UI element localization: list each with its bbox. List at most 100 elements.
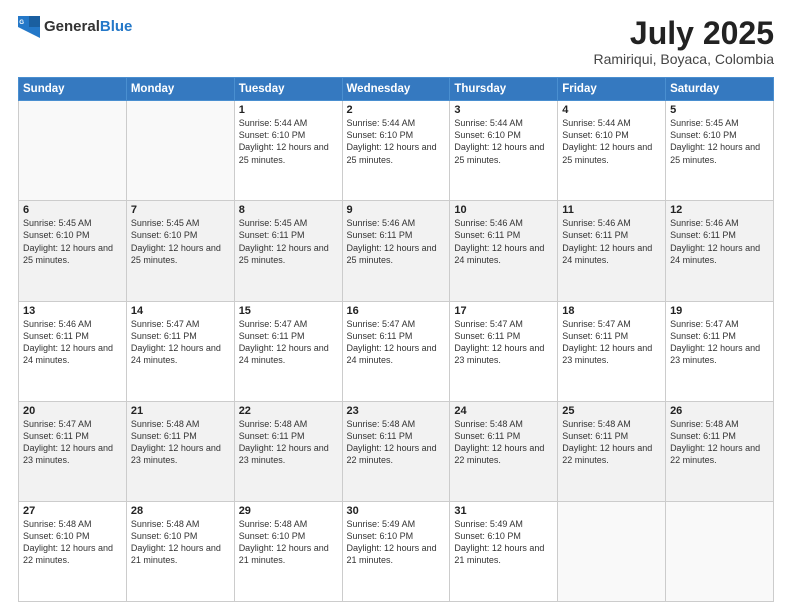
day-number: 15: [239, 305, 338, 317]
day-number: 20: [23, 405, 122, 417]
day-number: 22: [239, 405, 338, 417]
day-info: Sunrise: 5:44 AM Sunset: 6:10 PM Dayligh…: [562, 117, 661, 166]
day-number: 2: [347, 104, 446, 116]
day-info: Sunrise: 5:48 AM Sunset: 6:11 PM Dayligh…: [239, 418, 338, 467]
calendar-cell: 28Sunrise: 5:48 AM Sunset: 6:10 PM Dayli…: [126, 501, 234, 601]
calendar-cell: 27Sunrise: 5:48 AM Sunset: 6:10 PM Dayli…: [19, 501, 127, 601]
calendar-cell: 5Sunrise: 5:45 AM Sunset: 6:10 PM Daylig…: [666, 101, 774, 201]
day-info: Sunrise: 5:44 AM Sunset: 6:10 PM Dayligh…: [454, 117, 553, 166]
calendar-cell: [558, 501, 666, 601]
day-number: 24: [454, 405, 553, 417]
header-monday: Monday: [126, 78, 234, 101]
generalblue-icon: G: [18, 16, 40, 38]
day-info: Sunrise: 5:45 AM Sunset: 6:10 PM Dayligh…: [670, 117, 769, 166]
day-info: Sunrise: 5:49 AM Sunset: 6:10 PM Dayligh…: [454, 518, 553, 567]
header-tuesday: Tuesday: [234, 78, 342, 101]
day-number: 8: [239, 204, 338, 216]
day-number: 14: [131, 305, 230, 317]
svg-text:G: G: [19, 19, 24, 26]
calendar-cell: 16Sunrise: 5:47 AM Sunset: 6:11 PM Dayli…: [342, 301, 450, 401]
calendar-cell: 22Sunrise: 5:48 AM Sunset: 6:11 PM Dayli…: [234, 401, 342, 501]
day-number: 11: [562, 204, 661, 216]
day-info: Sunrise: 5:48 AM Sunset: 6:11 PM Dayligh…: [454, 418, 553, 467]
day-number: 5: [670, 104, 769, 116]
day-number: 7: [131, 204, 230, 216]
header-saturday: Saturday: [666, 78, 774, 101]
logo-blue: Blue: [100, 18, 133, 35]
day-number: 18: [562, 305, 661, 317]
day-info: Sunrise: 5:47 AM Sunset: 6:11 PM Dayligh…: [347, 318, 446, 367]
calendar-cell: 10Sunrise: 5:46 AM Sunset: 6:11 PM Dayli…: [450, 201, 558, 301]
calendar-cell: 3Sunrise: 5:44 AM Sunset: 6:10 PM Daylig…: [450, 101, 558, 201]
calendar-cell: 7Sunrise: 5:45 AM Sunset: 6:10 PM Daylig…: [126, 201, 234, 301]
day-info: Sunrise: 5:46 AM Sunset: 6:11 PM Dayligh…: [454, 217, 553, 266]
calendar-cell: 8Sunrise: 5:45 AM Sunset: 6:11 PM Daylig…: [234, 201, 342, 301]
page: G GeneralBlue July 2025 Ramiriqui, Boyac…: [0, 0, 792, 612]
calendar-week-3: 13Sunrise: 5:46 AM Sunset: 6:11 PM Dayli…: [19, 301, 774, 401]
day-info: Sunrise: 5:44 AM Sunset: 6:10 PM Dayligh…: [347, 117, 446, 166]
day-number: 21: [131, 405, 230, 417]
calendar-cell: 9Sunrise: 5:46 AM Sunset: 6:11 PM Daylig…: [342, 201, 450, 301]
day-info: Sunrise: 5:48 AM Sunset: 6:11 PM Dayligh…: [670, 418, 769, 467]
calendar-cell: [666, 501, 774, 601]
calendar-header-row: Sunday Monday Tuesday Wednesday Thursday…: [19, 78, 774, 101]
day-info: Sunrise: 5:45 AM Sunset: 6:11 PM Dayligh…: [239, 217, 338, 266]
calendar-cell: 15Sunrise: 5:47 AM Sunset: 6:11 PM Dayli…: [234, 301, 342, 401]
calendar-cell: 18Sunrise: 5:47 AM Sunset: 6:11 PM Dayli…: [558, 301, 666, 401]
calendar-cell: 26Sunrise: 5:48 AM Sunset: 6:11 PM Dayli…: [666, 401, 774, 501]
day-number: 6: [23, 204, 122, 216]
day-info: Sunrise: 5:48 AM Sunset: 6:11 PM Dayligh…: [562, 418, 661, 467]
day-number: 4: [562, 104, 661, 116]
day-info: Sunrise: 5:48 AM Sunset: 6:11 PM Dayligh…: [131, 418, 230, 467]
day-number: 16: [347, 305, 446, 317]
header-wednesday: Wednesday: [342, 78, 450, 101]
day-number: 13: [23, 305, 122, 317]
day-info: Sunrise: 5:46 AM Sunset: 6:11 PM Dayligh…: [670, 217, 769, 266]
day-number: 28: [131, 505, 230, 517]
calendar-table: Sunday Monday Tuesday Wednesday Thursday…: [18, 77, 774, 602]
day-number: 10: [454, 204, 553, 216]
calendar-cell: 17Sunrise: 5:47 AM Sunset: 6:11 PM Dayli…: [450, 301, 558, 401]
day-number: 23: [347, 405, 446, 417]
calendar-cell: 13Sunrise: 5:46 AM Sunset: 6:11 PM Dayli…: [19, 301, 127, 401]
day-info: Sunrise: 5:45 AM Sunset: 6:10 PM Dayligh…: [131, 217, 230, 266]
calendar-title: July 2025: [593, 16, 774, 51]
calendar-week-4: 20Sunrise: 5:47 AM Sunset: 6:11 PM Dayli…: [19, 401, 774, 501]
day-info: Sunrise: 5:47 AM Sunset: 6:11 PM Dayligh…: [562, 318, 661, 367]
header-sunday: Sunday: [19, 78, 127, 101]
day-info: Sunrise: 5:47 AM Sunset: 6:11 PM Dayligh…: [239, 318, 338, 367]
day-info: Sunrise: 5:47 AM Sunset: 6:11 PM Dayligh…: [454, 318, 553, 367]
logo-general: General: [44, 18, 100, 35]
calendar-week-2: 6Sunrise: 5:45 AM Sunset: 6:10 PM Daylig…: [19, 201, 774, 301]
day-info: Sunrise: 5:45 AM Sunset: 6:10 PM Dayligh…: [23, 217, 122, 266]
calendar-cell: 21Sunrise: 5:48 AM Sunset: 6:11 PM Dayli…: [126, 401, 234, 501]
day-number: 12: [670, 204, 769, 216]
calendar-location: Ramiriqui, Boyaca, Colombia: [593, 51, 774, 67]
calendar-cell: 25Sunrise: 5:48 AM Sunset: 6:11 PM Dayli…: [558, 401, 666, 501]
day-number: 19: [670, 305, 769, 317]
day-info: Sunrise: 5:46 AM Sunset: 6:11 PM Dayligh…: [23, 318, 122, 367]
day-info: Sunrise: 5:48 AM Sunset: 6:10 PM Dayligh…: [23, 518, 122, 567]
day-info: Sunrise: 5:47 AM Sunset: 6:11 PM Dayligh…: [670, 318, 769, 367]
day-number: 17: [454, 305, 553, 317]
day-number: 31: [454, 505, 553, 517]
header-friday: Friday: [558, 78, 666, 101]
calendar-cell: 4Sunrise: 5:44 AM Sunset: 6:10 PM Daylig…: [558, 101, 666, 201]
day-info: Sunrise: 5:48 AM Sunset: 6:10 PM Dayligh…: [239, 518, 338, 567]
day-info: Sunrise: 5:47 AM Sunset: 6:11 PM Dayligh…: [131, 318, 230, 367]
day-number: 30: [347, 505, 446, 517]
calendar-cell: [126, 101, 234, 201]
calendar-cell: 1Sunrise: 5:44 AM Sunset: 6:10 PM Daylig…: [234, 101, 342, 201]
day-info: Sunrise: 5:47 AM Sunset: 6:11 PM Dayligh…: [23, 418, 122, 467]
day-info: Sunrise: 5:48 AM Sunset: 6:11 PM Dayligh…: [347, 418, 446, 467]
calendar-cell: 19Sunrise: 5:47 AM Sunset: 6:11 PM Dayli…: [666, 301, 774, 401]
title-block: July 2025 Ramiriqui, Boyaca, Colombia: [593, 16, 774, 67]
day-info: Sunrise: 5:49 AM Sunset: 6:10 PM Dayligh…: [347, 518, 446, 567]
header-thursday: Thursday: [450, 78, 558, 101]
day-number: 1: [239, 104, 338, 116]
day-number: 27: [23, 505, 122, 517]
header: G GeneralBlue July 2025 Ramiriqui, Boyac…: [18, 16, 774, 67]
calendar-cell: 30Sunrise: 5:49 AM Sunset: 6:10 PM Dayli…: [342, 501, 450, 601]
calendar-cell: 14Sunrise: 5:47 AM Sunset: 6:11 PM Dayli…: [126, 301, 234, 401]
calendar-cell: 24Sunrise: 5:48 AM Sunset: 6:11 PM Dayli…: [450, 401, 558, 501]
